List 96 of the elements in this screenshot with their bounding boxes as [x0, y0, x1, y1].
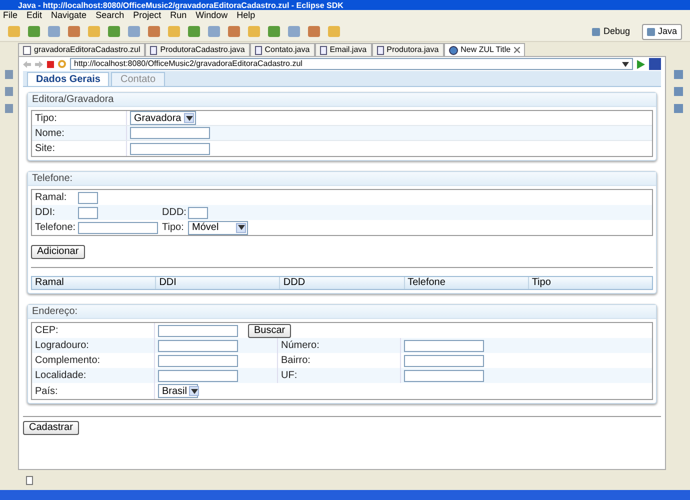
menu-item[interactable]: Window [196, 9, 228, 23]
field-label: Ramal: [35, 192, 67, 203]
editor-tab[interactable]: Contato.java [250, 43, 315, 56]
perspective-button[interactable]: Java [642, 24, 682, 40]
editor-tab[interactable]: ProdutoraCadastro.java [145, 43, 250, 56]
menu-item[interactable]: Help [236, 9, 256, 23]
input-field[interactable] [130, 127, 210, 139]
caret-icon [238, 225, 244, 230]
go-icon[interactable] [637, 60, 645, 68]
caret-icon [622, 62, 629, 66]
column-header: DDD [280, 277, 405, 289]
url-field[interactable]: http://localhost:8080/OfficeMusic2/gravadoraEditoraCadastro.zul [70, 58, 633, 70]
form-button[interactable]: Adicionar [31, 245, 85, 259]
toolbar-icon[interactable] [308, 26, 320, 37]
field-label: DDD: [162, 207, 186, 218]
form-button[interactable]: Buscar [248, 324, 292, 338]
java-file-icon [254, 46, 262, 54]
toolbar-icon[interactable] [208, 26, 220, 37]
input-field[interactable] [404, 370, 484, 382]
editor-tab[interactable]: gravadoraEditoraCadastro.zul [18, 43, 146, 56]
toolbar-icon[interactable] [228, 26, 240, 37]
java-file-icon [376, 46, 384, 54]
field-label: Complemento: [35, 354, 100, 368]
menu-item[interactable]: Project [133, 9, 162, 23]
toolbar-icon[interactable] [248, 26, 260, 37]
menu-item[interactable]: File [3, 9, 18, 23]
editor-tab[interactable]: Email.java [314, 43, 372, 56]
form-button[interactable]: Cadastrar [23, 421, 79, 435]
forward-arrow-icon[interactable] [35, 60, 43, 68]
field-label: Tipo: [35, 112, 57, 126]
java-file-icon [320, 46, 327, 54]
toolbar-icon[interactable] [148, 26, 160, 37]
toolbar-icon[interactable] [8, 26, 20, 37]
java-file-icon [150, 46, 158, 54]
toolbar-icon[interactable] [28, 26, 40, 37]
menu-item[interactable]: Edit [26, 9, 42, 23]
caret-icon [190, 388, 198, 394]
toolbar-icon[interactable] [88, 26, 100, 37]
field-label: Logradouro: [35, 339, 89, 353]
column-header: DDI [156, 277, 280, 289]
globe-icon [448, 46, 458, 54]
input-field[interactable] [78, 192, 98, 204]
select-field[interactable]: Móvel [188, 220, 248, 234]
input-field[interactable] [158, 370, 238, 382]
perspective-button[interactable]: Debug [588, 24, 634, 40]
menu-item[interactable]: Navigate [51, 9, 87, 23]
input-field[interactable] [404, 354, 484, 366]
toolbar-icon[interactable] [328, 26, 340, 37]
field-label: CEP: [35, 324, 58, 338]
toolbar-icon[interactable] [188, 26, 200, 37]
group-title: Endereço: [28, 305, 656, 319]
column-header: Ramal [32, 277, 156, 289]
input-field[interactable] [78, 222, 158, 234]
select-field[interactable]: Brasil [158, 384, 198, 398]
editor-tab[interactable]: New ZUL Title [444, 43, 525, 56]
input-field[interactable] [404, 340, 484, 352]
back-arrow-icon[interactable] [23, 60, 31, 68]
toolbar-icon[interactable] [48, 26, 60, 37]
page-tab[interactable]: Dados Gerais [27, 72, 110, 86]
input-field[interactable] [188, 206, 208, 218]
toolbar-icon[interactable] [168, 26, 180, 37]
input-field[interactable] [158, 354, 238, 366]
input-field[interactable] [130, 142, 210, 154]
menu-item[interactable]: Search [96, 9, 124, 23]
input-field[interactable] [158, 340, 238, 352]
toolbar-icon[interactable] [108, 26, 120, 37]
toolbar-icon[interactable] [268, 26, 280, 37]
select-field[interactable]: Gravadora [130, 111, 196, 125]
input-field[interactable] [158, 324, 238, 336]
field-label: Tipo: [162, 222, 184, 233]
column-header: Telefone [404, 277, 529, 289]
perspective-icon [592, 28, 600, 36]
toolbar-icon[interactable] [128, 26, 140, 37]
field-label: Telefone: [35, 222, 76, 233]
column-header: Tipo [530, 277, 552, 289]
window-title: Java - http://localhost:8080/OfficeMusic2/gravadoraEditoraCadastro.zul - Eclipse SDK [18, 0, 344, 10]
field-label: Site: [35, 142, 56, 156]
close-icon[interactable] [514, 47, 520, 53]
field-label: Bairro: [281, 354, 310, 368]
caret-icon [186, 116, 192, 120]
perspective-icon [646, 28, 655, 36]
group-title: Telefone: [28, 172, 656, 186]
status-icon[interactable] [26, 476, 33, 484]
toolbar-icon[interactable] [68, 26, 80, 37]
field-label: País: [35, 384, 58, 398]
input-field[interactable] [78, 206, 98, 218]
field-label: Nome: [35, 126, 64, 140]
group-title: Editora/Gravadora [28, 93, 656, 107]
field-label: UF: [281, 369, 298, 383]
field-label: Localidade: [35, 369, 86, 383]
stop-icon[interactable] [47, 60, 54, 68]
field-label: DDI: [35, 207, 55, 218]
menu-item[interactable]: Run [170, 9, 187, 23]
editor-tab[interactable]: Produtora.java [372, 43, 444, 56]
toolbar-icon[interactable] [288, 26, 300, 37]
field-label: Número: [281, 339, 320, 353]
